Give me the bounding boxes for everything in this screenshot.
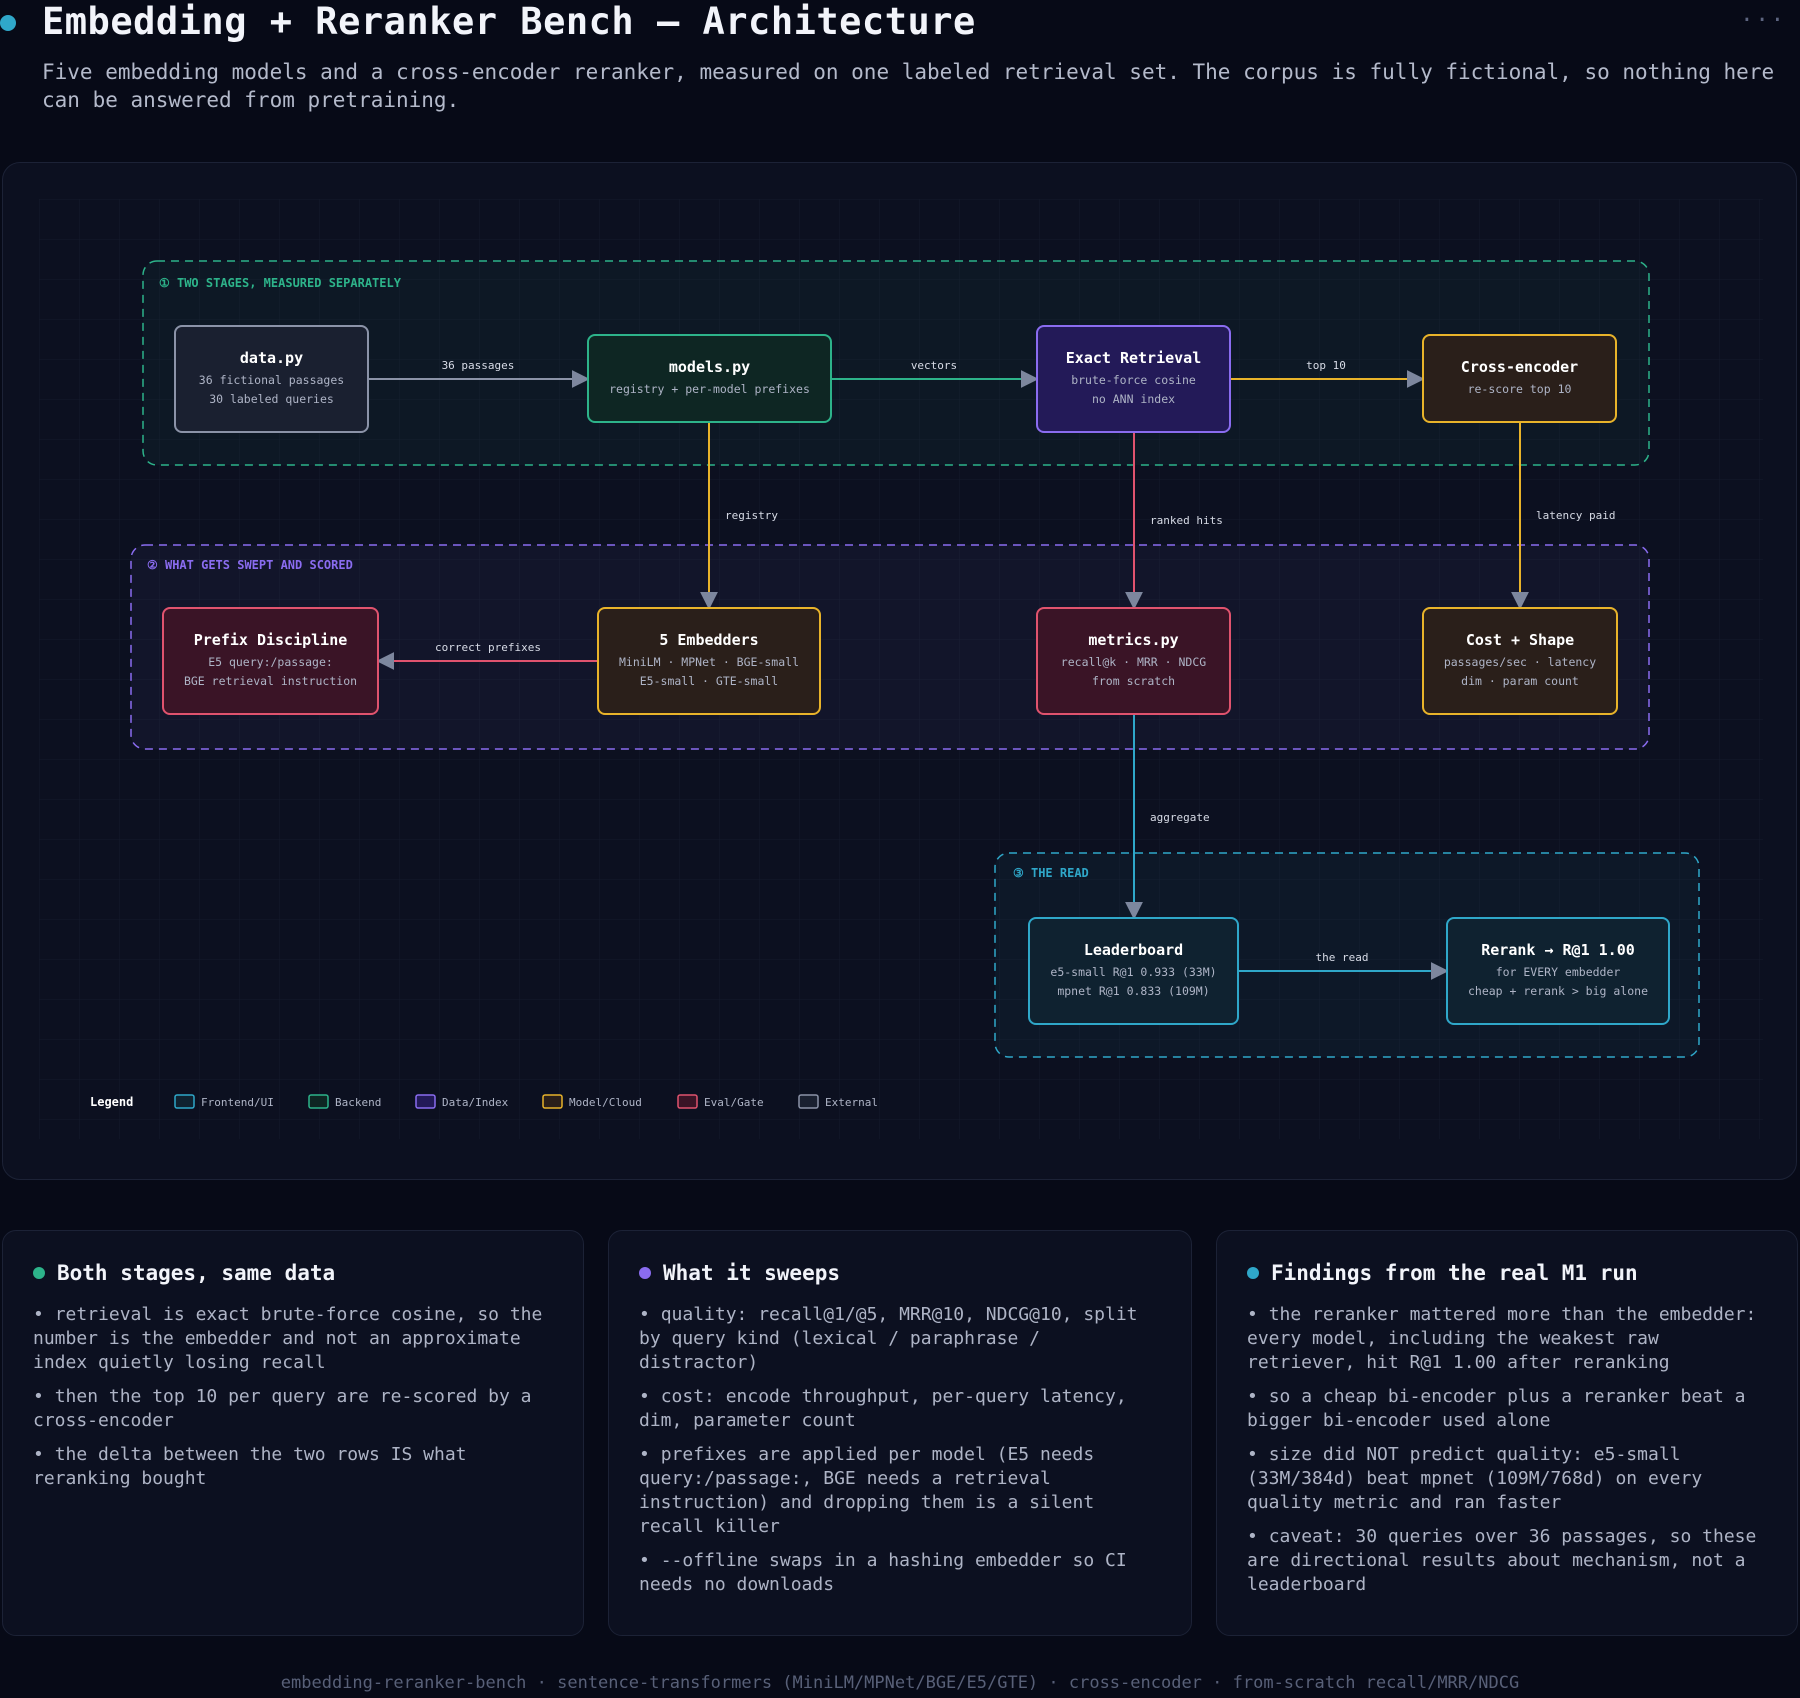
edge-label-models-to-retrieval: vectors <box>911 359 957 372</box>
node-detail-retrieval: no ANN index <box>1092 392 1175 406</box>
node-metrics[interactable]: metrics.py recall@k · MRR · NDCG from scra… <box>1036 607 1231 715</box>
edge-label-crossenc-to-cost: latency paid <box>1536 509 1615 522</box>
card-bullet: quality: recall@1/@5, MRR@10, NDCG@10, s… <box>639 1303 1165 1375</box>
page-footer: embedding-reranker-bench · sentence-tran… <box>280 1673 1520 1693</box>
legend-swatch-external <box>798 1094 819 1109</box>
node-title-data: data.py <box>240 349 303 367</box>
node-detail-prefix: E5 query:/passage: <box>208 655 333 669</box>
node-retrieval[interactable]: Exact Retrieval brute-force cosine no ANN … <box>1036 325 1231 433</box>
node-leaderboard[interactable]: Leaderboard e5-small R@1 0.933 (33M) mpnet… <box>1028 917 1239 1025</box>
architecture-diagram-panel: ① TWO STAGES, MEASURED SEPARATELY ② WHAT … <box>2 162 1797 1180</box>
card-dot <box>33 1267 45 1279</box>
node-title-prefix: Prefix Discipline <box>194 631 348 649</box>
legend-swatch-eval <box>677 1094 698 1109</box>
card-bullet: so a cheap bi-encoder plus a reranker be… <box>1247 1385 1771 1433</box>
group-label-g1: ① TWO STAGES, MEASURED SEPARATELY <box>159 276 402 290</box>
card-bullet-list: quality: recall@1/@5, MRR@10, NDCG@10, s… <box>639 1303 1165 1597</box>
node-models[interactable]: models.py registry + per-model prefixes <box>587 334 832 423</box>
node-data[interactable]: data.py 36 fictional passages 30 labeled q… <box>174 325 369 433</box>
node-title-metrics: metrics.py <box>1088 631 1178 649</box>
node-detail-rerank: for EVERY embedder <box>1496 965 1621 979</box>
node-detail-embedders: MiniLM · MPNet · BGE-small <box>619 655 799 669</box>
node-title-crossenc: Cross-encoder <box>1461 358 1578 376</box>
legend-label-frontend: Frontend/UI <box>201 1096 274 1109</box>
edge-label-data-to-models: 36 passages <box>442 359 515 372</box>
node-detail-metrics: from scratch <box>1092 674 1175 688</box>
node-rerank[interactable]: Rerank → R@1 1.00 for EVERY embedder cheap… <box>1446 917 1670 1025</box>
node-box-models <box>587 334 832 423</box>
edge-label-retrieval-to-metrics: ranked hits <box>1150 514 1223 527</box>
legend-label-data: Data/Index <box>442 1096 509 1109</box>
legend-label-eval: Eval/Gate <box>704 1096 764 1109</box>
node-prefix[interactable]: Prefix Discipline E5 query:/passage: BGE r… <box>162 607 379 715</box>
card-title: Findings from the real M1 run <box>1247 1261 1771 1285</box>
more-horizontal-icon[interactable]: ··· <box>1740 8 1786 33</box>
legend-swatch-model <box>542 1094 563 1109</box>
node-detail-embedders: E5-small · GTE-small <box>640 674 778 688</box>
node-detail-models: registry + per-model prefixes <box>609 382 810 396</box>
legend-label-backend: Backend <box>335 1096 381 1109</box>
node-crossenc[interactable]: Cross-encoder re-score top 10 <box>1422 334 1617 423</box>
legend-label-external: External <box>825 1096 878 1109</box>
node-detail-prefix: BGE retrieval instruction <box>184 674 357 688</box>
node-cost[interactable]: Cost + Shape passages/sec · latency dim · … <box>1422 607 1618 715</box>
node-box-crossenc <box>1422 334 1617 423</box>
legend-swatch-backend <box>308 1094 329 1109</box>
title-status-dot <box>0 15 16 31</box>
card-what-it-sweeps: What it sweeps quality: recall@1/@5, MRR… <box>608 1230 1192 1636</box>
edge-label-embedders-to-prefix: correct prefixes <box>435 641 541 654</box>
edge-label-metrics-to-leaderboard: aggregate <box>1150 811 1210 824</box>
card-title: What it sweeps <box>639 1261 1165 1285</box>
node-title-cost: Cost + Shape <box>1466 631 1574 649</box>
node-embedders[interactable]: 5 Embedders MiniLM · MPNet · BGE-small E5-… <box>597 607 821 715</box>
card-bullet: prefixes are applied per model (E5 needs… <box>639 1443 1165 1539</box>
edge-label-leaderboard-to-rerank: the read <box>1316 951 1369 964</box>
legend-swatch-data <box>415 1094 436 1109</box>
card-findings: Findings from the real M1 run the rerank… <box>1216 1230 1798 1636</box>
node-detail-metrics: recall@k · MRR · NDCG <box>1061 655 1206 669</box>
node-detail-retrieval: brute-force cosine <box>1071 373 1196 387</box>
group-label-g3: ③ THE READ <box>1013 866 1089 880</box>
node-detail-cost: passages/sec · latency <box>1444 655 1596 669</box>
node-title-rerank: Rerank → R@1 1.00 <box>1481 941 1635 959</box>
card-bullet: the delta between the two rows IS what r… <box>33 1443 557 1491</box>
node-detail-data: 36 fictional passages <box>199 373 344 387</box>
page-title: Embedding + Reranker Bench — Architectur… <box>42 0 976 43</box>
card-bullet: --offline swaps in a hashing embedder so… <box>639 1549 1165 1597</box>
card-both-stages: Both stages, same data retrieval is exac… <box>2 1230 584 1636</box>
card-dot <box>639 1267 651 1279</box>
node-detail-crossenc: re-score top 10 <box>1468 382 1572 396</box>
node-detail-data: 30 labeled queries <box>209 392 334 406</box>
edge-label-retrieval-to-crossenc: top 10 <box>1306 359 1346 372</box>
card-bullet: the reranker mattered more than the embe… <box>1247 1303 1771 1375</box>
card-bullet: retrieval is exact brute-force cosine, s… <box>33 1303 557 1375</box>
node-detail-leaderboard: mpnet R@1 0.833 (109M) <box>1057 984 1209 998</box>
card-title-text: Findings from the real M1 run <box>1271 1261 1638 1285</box>
legend-label-model: Model/Cloud <box>569 1096 642 1109</box>
card-bullet-list: the reranker mattered more than the embe… <box>1247 1303 1771 1597</box>
node-title-embedders: 5 Embedders <box>659 631 758 649</box>
group-label-g2: ② WHAT GETS SWEPT AND SCORED <box>147 558 353 572</box>
legend-swatch-frontend <box>174 1094 195 1109</box>
node-title-retrieval: Exact Retrieval <box>1066 349 1201 367</box>
node-detail-rerank: cheap + rerank > big alone <box>1468 984 1648 998</box>
edge-label-models-to-embedders: registry <box>725 509 778 522</box>
node-title-models: models.py <box>669 358 750 376</box>
card-bullet: then the top 10 per query are re-scored … <box>33 1385 557 1433</box>
card-title: Both stages, same data <box>33 1261 557 1285</box>
card-bullet: caveat: 30 queries over 36 passages, so … <box>1247 1525 1771 1597</box>
node-detail-cost: dim · param count <box>1461 674 1579 688</box>
card-bullet: size did NOT predict quality: e5-small (… <box>1247 1443 1771 1515</box>
card-title-text: Both stages, same data <box>57 1261 336 1285</box>
card-title-text: What it sweeps <box>663 1261 841 1285</box>
card-bullet-list: retrieval is exact brute-force cosine, s… <box>33 1303 557 1491</box>
node-detail-leaderboard: e5-small R@1 0.933 (33M) <box>1050 965 1216 979</box>
node-title-leaderboard: Leaderboard <box>1084 941 1183 959</box>
card-bullet: cost: encode throughput, per-query laten… <box>639 1385 1165 1433</box>
architecture-diagram: ① TWO STAGES, MEASURED SEPARATELY ② WHAT … <box>39 199 1763 1139</box>
card-dot <box>1247 1267 1259 1279</box>
legend-title: Legend <box>90 1095 133 1109</box>
page-subtitle: Five embedding models and a cross-encode… <box>42 60 1775 112</box>
